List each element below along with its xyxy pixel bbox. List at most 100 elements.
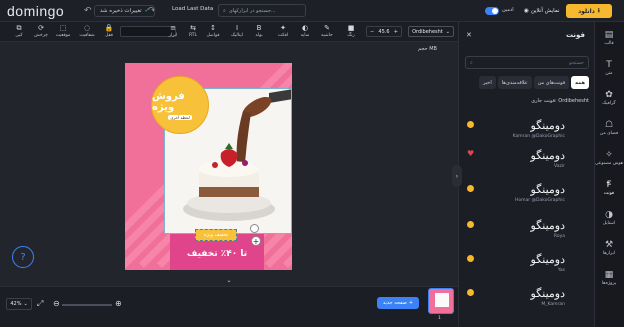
tool-pen-button[interactable]: ✎ حاشیه <box>316 22 338 42</box>
template-icon: ▤ <box>604 30 614 40</box>
font-size-stepper[interactable]: − 45.6 + <box>366 26 402 37</box>
move-handle-icon[interactable]: + <box>251 236 261 246</box>
current-font-label: فونت جاری: Ordibehesht <box>531 98 589 104</box>
search-placeholder: جستجو در ابزارکهای... <box>228 7 276 14</box>
new-page-button[interactable]: صفحه جدید + <box>377 297 419 309</box>
tool-lock-button[interactable]: 🔒 قفل <box>98 22 120 42</box>
premium-icon[interactable] <box>467 121 474 128</box>
help-button[interactable]: ? <box>12 246 34 268</box>
tool-label: قفل <box>105 33 113 38</box>
tool-label: بولد <box>255 33 263 38</box>
font-family-select[interactable]: Ordibehesht ⌄ <box>408 26 454 37</box>
premium-icon[interactable] <box>467 255 474 262</box>
load-last-data-button[interactable]: Load Last Data <box>172 6 213 12</box>
font-list-item[interactable]: دومینگو Homar @DakoGraphic <box>465 180 589 206</box>
tool-spacing-button[interactable]: ↕ فواصل <box>202 22 224 42</box>
tool-i-button[interactable]: I ایتالیک <box>226 22 248 42</box>
tool-b-button[interactable]: B بولد <box>248 22 270 42</box>
tool-label: فواصل <box>206 33 220 38</box>
tool-rect-button[interactable]: ■ رنگ <box>340 22 362 42</box>
collapse-icon[interactable]: ⌄ <box>222 277 236 285</box>
font-author: Vazir <box>554 164 565 169</box>
filter-tab[interactable]: علاقه‌مندی‌ها <box>497 76 532 89</box>
font-list-item[interactable]: دومینگو Vazir ♥ <box>465 146 589 172</box>
nav-item-text[interactable]: T متن <box>594 60 624 76</box>
tools-icon: ⚒ <box>604 240 614 250</box>
zoom-select[interactable]: 42% ⌄ <box>6 298 32 310</box>
heart-icon[interactable]: ♥ <box>467 149 474 158</box>
tool-label: ایتالیک <box>231 33 243 38</box>
thumbnail-image <box>435 293 449 307</box>
premium-icon[interactable] <box>467 185 474 192</box>
zoom-out-icon[interactable]: ⊖ <box>53 299 60 308</box>
filter-tab[interactable]: فونت‌های من <box>533 76 570 89</box>
tool-rotate-button[interactable]: ⟳ چرخش <box>30 22 52 42</box>
align-icon: ≡ <box>170 24 176 32</box>
discount-text[interactable]: تا ۴۰٪ تخفیف <box>184 246 250 262</box>
page-thumbnail[interactable] <box>428 288 454 314</box>
minus-icon[interactable]: − <box>370 29 374 35</box>
spacing-icon: ↕ <box>210 24 216 32</box>
nav-label: فضای من <box>599 131 619 136</box>
eye-icon: ◉ <box>524 8 529 14</box>
sale-badge[interactable]: فروش ویژه لحظه آخری <box>151 76 209 134</box>
tool-align-button[interactable]: ≡ ابزار <box>162 22 184 42</box>
text-icon: T <box>606 60 612 70</box>
admin-toggle[interactable] <box>485 7 499 15</box>
nav-item-graphic[interactable]: ✿ گرافیک <box>594 90 624 106</box>
tool-copy-button[interactable]: ⧉ کپی <box>8 22 30 42</box>
nav-item-mine[interactable]: ☖ فضای من <box>594 120 624 136</box>
tool-label: RTL <box>188 33 198 38</box>
filter-tab[interactable]: اخیر <box>479 76 496 89</box>
plus-icon[interactable]: + <box>394 29 398 35</box>
sale-badge-title: فروش ویژه <box>152 90 185 113</box>
tool-label: حاشیه <box>321 33 333 38</box>
app-logo[interactable]: domingo <box>7 3 64 19</box>
font-list-item[interactable]: دومینگو Kamran @DakoGraphic <box>465 116 589 142</box>
font-author: Roya <box>553 234 565 239</box>
font-name: دومینگو <box>530 119 566 132</box>
premium-icon[interactable] <box>467 221 474 228</box>
fit-screen-icon[interactable]: ⤢ <box>37 299 43 309</box>
nav-label: استایل <box>602 221 616 226</box>
font-author: M_Kamran <box>541 302 565 307</box>
nav-label: پروژه‌ها <box>601 281 617 286</box>
file-size-label: حجم MB <box>418 46 437 52</box>
nav-item-gallery[interactable]: ▦ پروژه‌ها <box>594 270 624 286</box>
panel-toggle-handle[interactable]: › <box>452 165 462 187</box>
tool-rtl-button[interactable]: ⇆ RTL <box>182 22 204 42</box>
filter-tab[interactable]: همه <box>571 76 589 89</box>
nav-item-tools[interactable]: ⚒ ابزارها <box>594 240 624 256</box>
premium-icon[interactable] <box>467 289 474 296</box>
font-search-input[interactable]: ⌕ جستجو <box>465 56 589 69</box>
nav-item-style[interactable]: ◑ استایل <box>594 210 624 226</box>
search-input[interactable]: ⌕ جستجو در ابزارکهای... <box>218 4 306 17</box>
new-page-label: صفحه جدید <box>382 300 407 306</box>
tool-opacity-button[interactable]: ◌ شفافیت <box>76 22 98 42</box>
tool-position-button[interactable]: ⬚ موقعیت <box>52 22 74 42</box>
panel-title: فونت <box>566 31 586 39</box>
font-list-item[interactable]: دومینگو Yas <box>465 250 589 276</box>
tool-label: ابزار <box>168 33 178 38</box>
effect-icon: ✦ <box>280 24 286 32</box>
undo-icon[interactable]: ↶ <box>84 6 92 16</box>
saved-label: تغییرات ذخیره شد <box>100 8 142 14</box>
nav-item-font[interactable]: Ꞙ فونت <box>594 180 624 196</box>
font-list-item[interactable]: دومینگو Roya <box>465 216 589 242</box>
nav-item-ai[interactable]: ✧ هوش مصنوعی <box>594 150 624 166</box>
preview-button[interactable]: ◉ نمایش آنلاین <box>524 5 560 17</box>
zoom-slider[interactable] <box>62 304 112 306</box>
tool-label: سایه <box>300 33 310 38</box>
rotate-icon: ⟳ <box>38 24 44 32</box>
zoom-in-icon[interactable]: ⊕ <box>115 299 122 308</box>
rotate-handle-icon[interactable] <box>250 224 259 233</box>
shadow-icon: ◐ <box>301 24 309 32</box>
font-list-item[interactable]: دومینگو M_Kamran <box>465 284 589 310</box>
tool-shadow-button[interactable]: ◐ سایه <box>294 22 316 42</box>
close-icon[interactable]: ✕ <box>466 31 472 39</box>
nav-item-template[interactable]: ▤ قالب <box>594 30 624 46</box>
download-button[interactable]: دانلود ⭳ <box>566 4 612 18</box>
tool-effect-button[interactable]: ✦ افکت <box>272 22 294 42</box>
opacity-icon: ◌ <box>83 24 91 32</box>
selected-text-tag[interactable]: تخفیف ویژه <box>195 229 237 241</box>
